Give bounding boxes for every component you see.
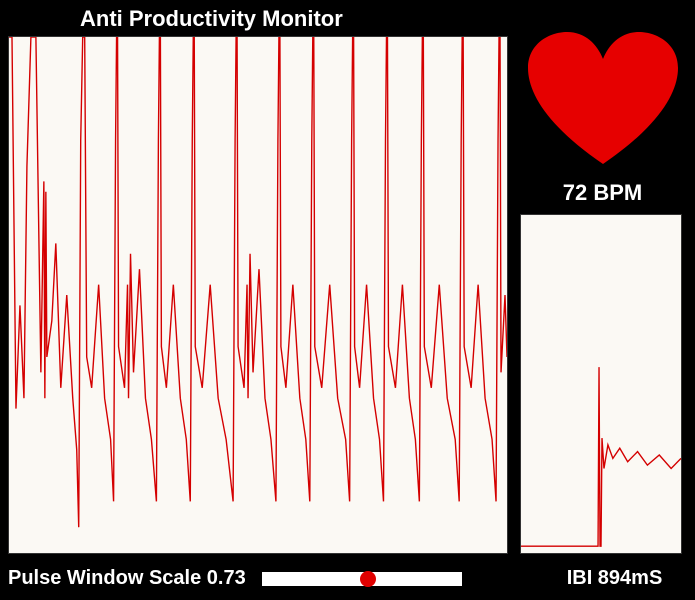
pulse-waveform-panel — [8, 36, 508, 554]
scale-readout: Pulse Window Scale 0.73 — [8, 567, 246, 590]
scale-slider-thumb[interactable] — [360, 571, 376, 587]
ibi-detail-chart — [521, 215, 681, 553]
heart-icon — [520, 24, 685, 174]
footer-bar: Pulse Window Scale 0.73 IBI 894mS — [8, 567, 687, 590]
ibi-detail-panel — [520, 214, 682, 554]
pulse-waveform-chart — [9, 37, 507, 553]
bpm-readout: 72 BPM — [520, 180, 685, 206]
app-title: Anti Productivity Monitor — [80, 6, 343, 32]
scale-slider[interactable] — [262, 570, 462, 588]
ibi-readout: IBI 894mS — [522, 567, 687, 590]
